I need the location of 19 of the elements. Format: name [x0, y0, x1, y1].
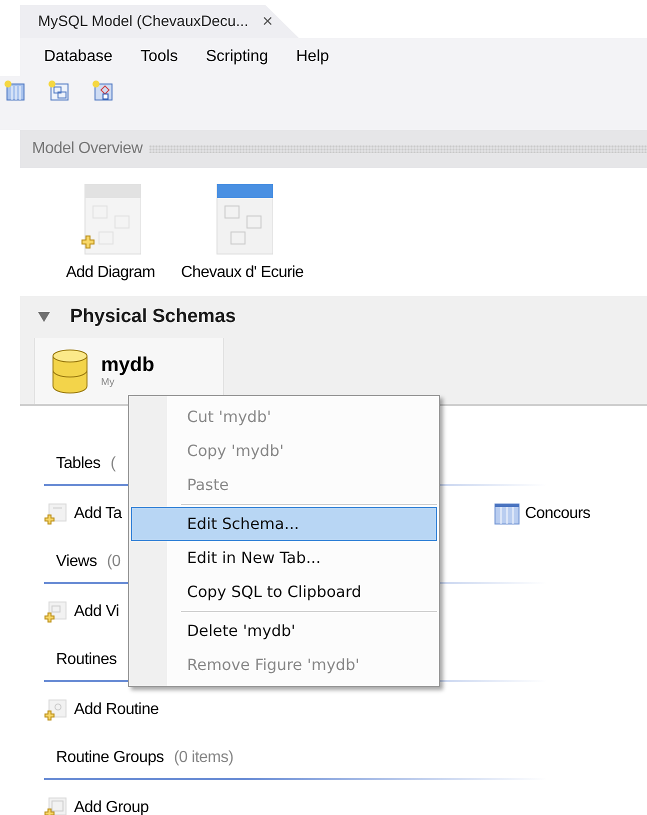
schema-subtitle: My [101, 377, 116, 388]
section-title: Model Overview [32, 140, 143, 158]
add-object-label: Add Vi [74, 603, 120, 621]
add-object-label: Add Group [74, 799, 149, 815]
group-title: Routine Groups [56, 749, 164, 767]
diagram-label: Add Diagram [66, 264, 155, 282]
schema-name: mydb [101, 354, 154, 377]
group-title: Views [56, 553, 97, 571]
group-title: Tables [56, 455, 100, 473]
item-count: ( [110, 455, 116, 473]
add-object-label: Add Routine [74, 701, 159, 719]
group-title: Routines [56, 651, 117, 669]
item-count: (0 items) [174, 749, 234, 767]
tab-title: MySQL Model (ChevauxDecu... [38, 13, 248, 30]
diagram-label: Chevaux d' Ecurie [180, 264, 304, 282]
item-count: (0 [106, 553, 121, 571]
table-name: Concours [525, 505, 590, 523]
section-title: Physical Schemas [70, 306, 236, 328]
add-object-label: Add Ta [74, 505, 122, 523]
